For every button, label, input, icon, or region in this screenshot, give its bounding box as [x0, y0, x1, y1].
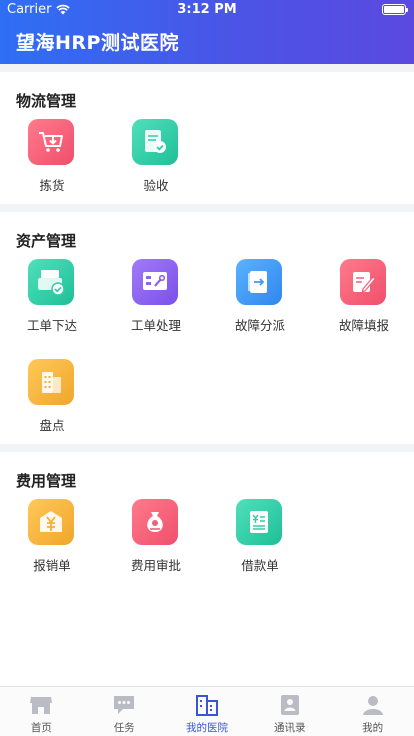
grid-item-work-order-issue[interactable]: 工单下达 — [0, 259, 104, 349]
tab-contacts[interactable]: 通讯录 — [248, 687, 331, 736]
tab-tasks[interactable]: 任务 — [83, 687, 166, 736]
tab-me[interactable]: 我的 — [331, 687, 414, 736]
clock: 3:12 PM — [177, 2, 237, 17]
tab-my-hospital[interactable]: 我的医院 — [166, 687, 249, 736]
grid-item-inventory-count[interactable]: 盘点 — [0, 359, 104, 449]
money-bag-icon — [132, 499, 178, 545]
section-title: 费用管理 — [16, 472, 77, 490]
tab-label: 通讯录 — [274, 722, 306, 734]
contact-book-icon — [278, 694, 302, 716]
grid-item-fault-dispatch[interactable]: 故障分派 — [208, 259, 312, 349]
item-label: 故障填报 — [338, 318, 389, 333]
store-icon — [29, 694, 53, 716]
section-expenses: 费用管理 报销单 费用审批 借款单 — [0, 452, 414, 686]
section-logistics: 物流管理 拣货 验收 — [0, 72, 414, 204]
tab-label: 首页 — [30, 722, 52, 734]
status-bar: Carrier 3:12 PM — [0, 0, 414, 20]
item-label: 工单下达 — [26, 318, 77, 333]
item-label: 报销单 — [33, 558, 71, 573]
tab-label: 任务 — [113, 722, 135, 734]
cart-down-icon — [28, 119, 74, 165]
item-label: 借款单 — [241, 558, 279, 573]
grid-item-expense-approval[interactable]: 费用审批 — [104, 499, 208, 589]
tab-bar: 首页 任务 我的医院 通讯录 我的 — [0, 686, 414, 736]
item-label: 费用审批 — [130, 558, 181, 573]
grid-item-acceptance[interactable]: 验收 — [104, 119, 208, 209]
battery-icon — [382, 4, 408, 15]
wrench-board-icon — [132, 259, 178, 305]
yuan-envelope-icon — [28, 499, 74, 545]
section-title: 物流管理 — [16, 92, 77, 110]
app-header: Carrier 3:12 PM 望海HRP测试医院 — [0, 0, 414, 64]
page-title: 望海HRP测试医院 — [16, 32, 179, 54]
item-label: 故障分派 — [234, 318, 285, 333]
grid-item-loan-form[interactable]: 借款单 — [208, 499, 312, 589]
doc-arrow-icon — [236, 259, 282, 305]
item-label: 盘点 — [39, 418, 65, 433]
chat-bubble-icon — [112, 694, 136, 716]
item-label: 拣货 — [39, 178, 65, 193]
person-icon — [361, 694, 385, 716]
printer-check-icon — [28, 259, 74, 305]
tab-home[interactable]: 首页 — [0, 687, 83, 736]
item-label: 验收 — [143, 178, 169, 193]
tab-label: 我的医院 — [185, 722, 228, 734]
pencil-doc-icon — [340, 259, 386, 305]
yuan-receipt-icon — [236, 499, 282, 545]
hospital-icon — [195, 694, 219, 716]
section-title: 资产管理 — [16, 232, 77, 250]
building-icon — [28, 359, 74, 405]
item-label: 工单处理 — [130, 318, 181, 333]
grid-item-work-order-process[interactable]: 工单处理 — [104, 259, 208, 349]
grid-item-fault-report[interactable]: 故障填报 — [312, 259, 414, 349]
doc-check-icon — [132, 119, 178, 165]
section-assets: 资产管理 工单下达 工单处理 故障分派 故障填报 盘点 — [0, 212, 414, 444]
grid-item-reimbursement[interactable]: 报销单 — [0, 499, 104, 589]
grid-item-picking[interactable]: 拣货 — [0, 119, 104, 209]
tab-label: 我的 — [362, 722, 384, 734]
